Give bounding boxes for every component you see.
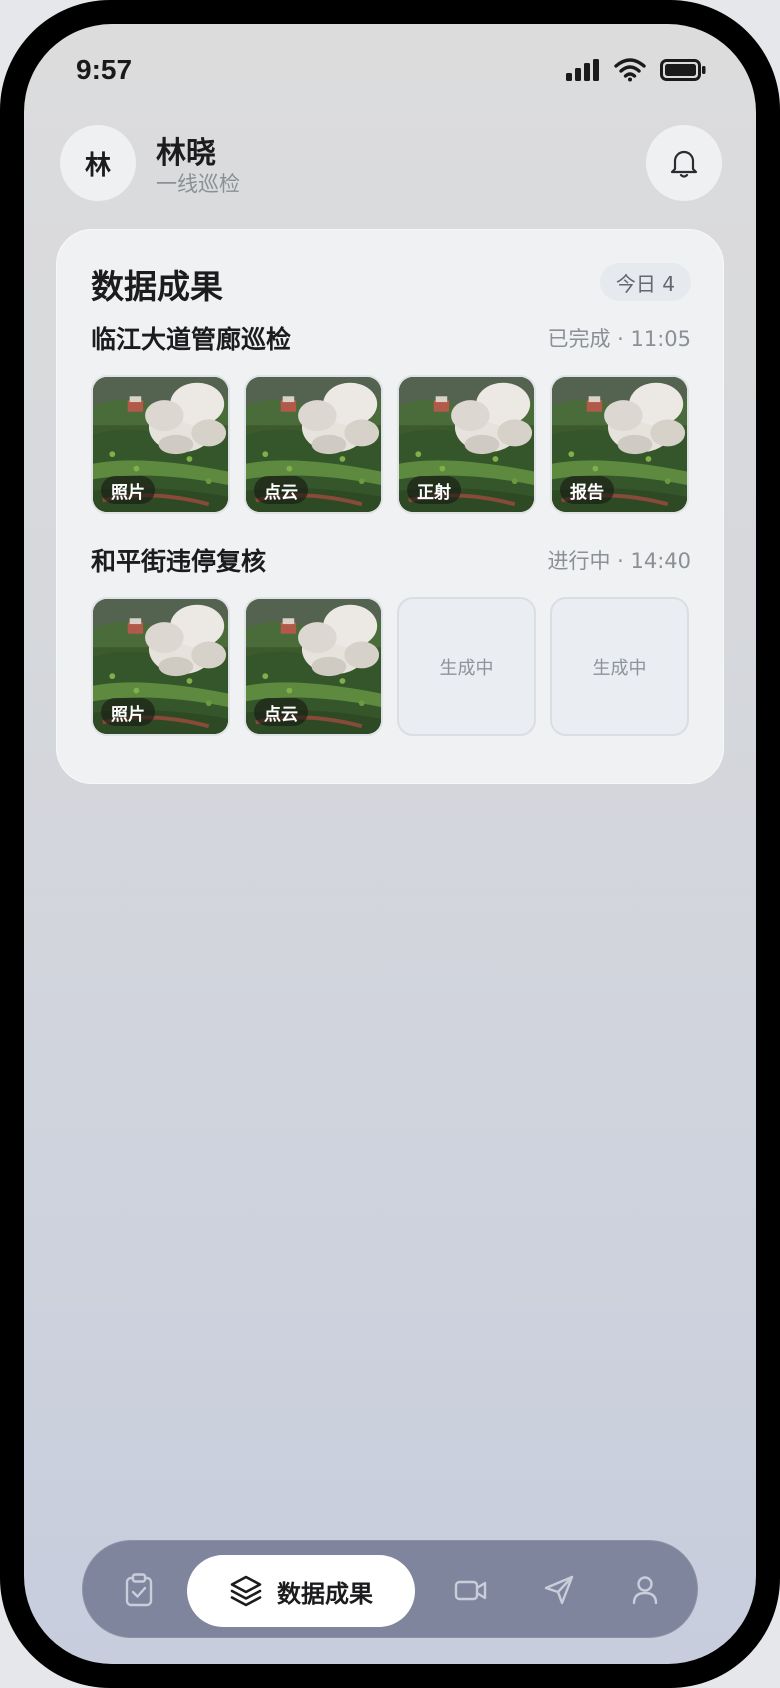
status-time: 9:57 — [76, 54, 133, 85]
task-tiles: 照片 点云 正射 报告 — [91, 375, 689, 514]
tile-label: 正射 — [407, 476, 461, 504]
phone-frame: 9:57 林 林晓 一线巡检 数据成果 今日 4 临江大道管廊巡检 已完成 · … — [0, 0, 780, 1688]
tile-label: 照片 — [101, 698, 155, 726]
wifi-icon — [614, 58, 646, 82]
result-tile-pointcloud[interactable]: 点云 — [244, 375, 383, 514]
user-icon — [632, 1576, 658, 1605]
task-tiles: 照片 点云 生成中 生成中 — [91, 597, 689, 736]
bell-icon — [670, 150, 698, 178]
notification-button[interactable] — [646, 125, 722, 201]
clipboard-check-icon — [125, 1573, 153, 1607]
user-name: 林晓 — [156, 136, 216, 171]
card-title: 数据成果 — [91, 267, 223, 306]
task-title[interactable]: 临江大道管廊巡检 — [91, 320, 291, 356]
user-role: 一线巡检 — [156, 172, 240, 196]
nav-profile[interactable] — [617, 1541, 673, 1639]
result-tile-ortho[interactable]: 正射 — [397, 375, 536, 514]
battery-icon — [660, 59, 706, 81]
result-tile-generating: 生成中 — [550, 597, 689, 736]
video-camera-icon — [454, 1580, 487, 1601]
screen: 9:57 林 林晓 一线巡检 数据成果 今日 4 临江大道管廊巡检 已完成 · … — [24, 24, 756, 1664]
send-icon — [544, 1575, 574, 1605]
tile-label: 照片 — [101, 476, 155, 504]
result-tile-generating: 生成中 — [397, 597, 536, 736]
result-tile-photo[interactable]: 照片 — [91, 375, 230, 514]
signal-icon — [566, 59, 599, 81]
tile-label: 点云 — [254, 698, 308, 726]
status-icons — [566, 58, 706, 82]
result-tile-report[interactable]: 报告 — [550, 375, 689, 514]
task-meta: 进行中 · 14:40 — [547, 549, 691, 573]
nav-video[interactable] — [443, 1541, 499, 1639]
nav-active-label: 数据成果 — [277, 1579, 373, 1608]
task-title[interactable]: 和平街违停复核 — [91, 542, 266, 578]
task-meta: 已完成 · 11:05 — [547, 327, 691, 351]
tile-label: 点云 — [254, 476, 308, 504]
avatar[interactable]: 林 — [60, 125, 136, 201]
data-results-card: 数据成果 今日 4 临江大道管廊巡检 已完成 · 11:05 照片 点云 正射 — [56, 229, 724, 784]
result-tile-pointcloud[interactable]: 点云 — [244, 597, 383, 736]
bottom-nav: 数据成果 — [82, 1540, 698, 1638]
tile-label: 报告 — [560, 476, 614, 504]
nav-data-results[interactable]: 数据成果 — [187, 1555, 415, 1627]
nav-tasks[interactable] — [113, 1541, 165, 1639]
nav-send[interactable] — [531, 1541, 587, 1639]
today-count-badge: 今日 4 — [599, 263, 691, 301]
layers-icon — [230, 1575, 262, 1607]
result-tile-photo[interactable]: 照片 — [91, 597, 230, 736]
